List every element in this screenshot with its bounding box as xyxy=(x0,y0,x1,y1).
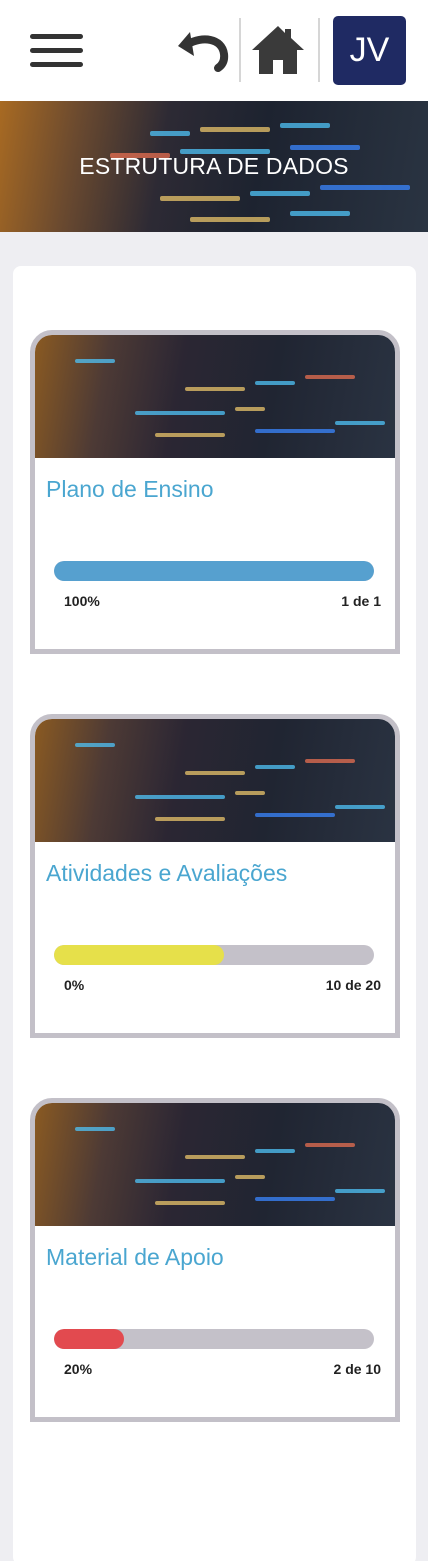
progress-percent: 100% xyxy=(64,593,100,609)
progress-bar xyxy=(54,945,374,965)
hero-banner: ESTRUTURA DE DADOS xyxy=(0,101,428,232)
divider xyxy=(239,18,241,82)
progress-fill xyxy=(54,1329,125,1349)
course-section-card[interactable]: Plano de Ensino 100% 1 de 1 xyxy=(30,330,400,654)
progress-count: 2 de 10 xyxy=(333,1361,381,1377)
undo-arrow-icon[interactable] xyxy=(176,26,230,72)
top-bar: JV xyxy=(0,0,428,101)
progress-fill xyxy=(54,561,374,581)
progress-percent: 20% xyxy=(64,1361,93,1377)
card-cover-image xyxy=(35,719,395,842)
card-cover-image xyxy=(35,1103,395,1226)
course-section-card[interactable]: Material de Apoio 20% 2 de 10 xyxy=(30,1098,400,1422)
divider xyxy=(318,18,320,82)
progress-count: 1 de 1 xyxy=(341,593,381,609)
card-title: Atividades e Avaliações xyxy=(46,860,288,886)
progress-bar xyxy=(54,1329,374,1349)
card-cover-image xyxy=(35,335,395,458)
course-section-card[interactable]: Atividades e Avaliações 0% 10 de 20 xyxy=(30,714,400,1038)
home-icon[interactable] xyxy=(250,24,306,76)
progress-bar xyxy=(54,561,374,581)
hamburger-menu-icon[interactable] xyxy=(30,34,83,68)
progress-count: 10 de 20 xyxy=(325,977,381,993)
progress-fill xyxy=(54,945,224,965)
card-title: Plano de Ensino xyxy=(46,476,214,502)
avatar[interactable]: JV xyxy=(333,16,406,85)
page-title: ESTRUTURA DE DADOS xyxy=(79,153,349,179)
card-title: Material de Apoio xyxy=(46,1244,224,1270)
progress-percent: 0% xyxy=(64,977,85,993)
